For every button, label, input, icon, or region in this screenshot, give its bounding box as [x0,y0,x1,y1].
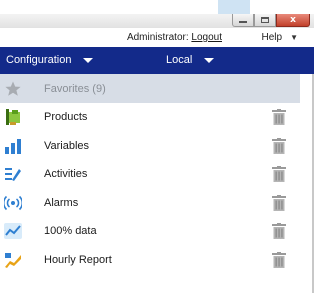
help-menu[interactable]: Help ▼ [262,32,299,43]
item-label: Activities [44,168,88,181]
favorites-header[interactable]: Favorites (9) [0,74,300,103]
report-icon [5,252,21,268]
maximize-icon [261,17,269,23]
list-item[interactable]: Variables [0,132,300,161]
trash-icon[interactable] [272,109,286,126]
logout-link[interactable]: Logout [191,32,222,43]
user-bar: Administrator: Logout Help ▼ [0,28,314,47]
item-label: Hourly Report [44,253,112,266]
list-item[interactable]: Activities [0,160,300,189]
window-controls: x [232,14,310,28]
item-label: 100% data [44,225,97,238]
list-item[interactable]: Hourly Report [0,246,300,275]
line-chart-icon [4,223,22,240]
favorites-label: Favorites (9) [44,82,106,95]
chevron-down-icon: ▼ [290,33,298,42]
item-label: Alarms [44,196,79,209]
trash-icon[interactable] [272,194,286,211]
trash-icon[interactable] [272,223,286,240]
main-nav: Configuration Local [0,47,314,74]
list-item[interactable]: Products [0,103,300,132]
bar-chart-icon [5,138,21,154]
local-label: Local [166,54,193,66]
title-bar: x [0,14,314,28]
configuration-label: Configuration [6,54,72,66]
close-button[interactable]: x [276,14,310,27]
chevron-down-icon [204,57,215,63]
trash-icon[interactable] [272,251,286,268]
trash-icon[interactable] [272,166,286,183]
help-label: Help [261,32,283,43]
local-menu[interactable]: Local [166,54,215,66]
list-item[interactable]: Alarms [0,189,300,218]
item-label: Products [44,111,88,124]
activities-icon [5,168,21,182]
list-item[interactable]: 100% data [0,217,300,246]
minimize-button[interactable] [232,14,254,27]
chevron-down-icon [83,57,94,63]
close-icon: x [290,14,296,25]
maximize-button[interactable] [254,14,276,27]
products-icon [6,109,20,126]
trash-icon[interactable] [272,137,286,154]
admin-label: Administrator: [126,32,189,43]
configuration-menu[interactable]: Configuration [6,54,94,66]
favorites-list: Favorites (9) Products Variables Activit… [0,74,300,274]
admin-info: Administrator: Logout [127,32,222,43]
item-label: Variables [44,139,90,152]
minimize-icon [239,21,247,23]
alarm-signal-icon [4,195,22,210]
star-icon [5,81,21,96]
